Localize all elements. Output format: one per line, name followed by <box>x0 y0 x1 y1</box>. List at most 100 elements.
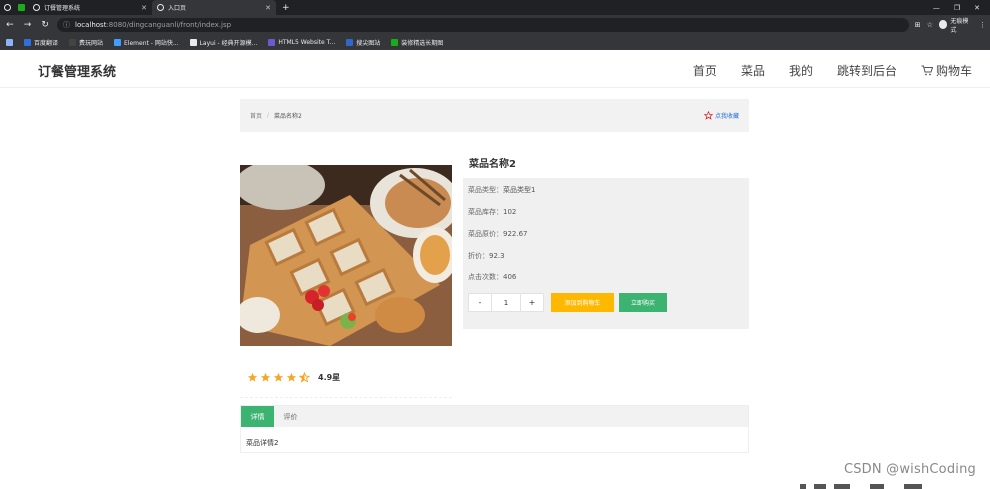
nav-cart[interactable]: 购物车 <box>921 62 972 79</box>
url-path: :8080/dingcanguanli/front/index.jsp <box>106 20 232 29</box>
product-title-area: 菜品名称2 <box>463 144 749 178</box>
favorite-label: 点我收藏 <box>714 113 739 120</box>
quantity-minus-button[interactable]: - <box>469 294 491 311</box>
rating: 4.9星 <box>240 358 452 398</box>
cart-icon <box>921 65 933 76</box>
bookmark-item[interactable]: Layui - 经典开源模... <box>189 38 258 47</box>
rating-star-icon <box>273 372 284 382</box>
window-controls: — ❐ ✕ <box>933 0 990 15</box>
bookmark-icon <box>391 38 399 46</box>
breadcrumb-home[interactable]: 首页 <box>250 111 262 120</box>
info-discount: 折价：92.3 <box>468 252 505 260</box>
product-info: 菜品类型：菜品类型1 菜品库存：102 菜品原价：922.67 折价：92.3 … <box>463 178 749 329</box>
bookmark-icon <box>268 38 276 46</box>
favorite-link[interactable]: 点我收藏 <box>703 111 739 120</box>
close-icon[interactable]: ✕ <box>141 4 147 12</box>
bookmark-item[interactable]: 费玩网站 <box>69 38 103 47</box>
minimize-icon[interactable]: — <box>933 4 940 12</box>
browser-tab-strip: 订餐管理系统 ✕ 入口页 ✕ + — ❐ ✕ <box>0 0 990 15</box>
restore-icon[interactable]: ❐ <box>954 4 960 12</box>
watermark: CSDN @wishCoding <box>843 462 976 477</box>
new-tab-button[interactable]: + <box>276 0 296 15</box>
bookmark-icon <box>346 38 354 46</box>
browser-tab-title: 入口页 <box>168 5 187 12</box>
bookmarks-bar: 百度翻译 费玩网站 Element - 网站快... Layui - 经典开源模...… <box>0 34 990 50</box>
food-photo <box>240 165 452 346</box>
cropped-bottom-content <box>800 484 922 489</box>
product-image <box>240 165 452 346</box>
globe-icon <box>3 4 11 11</box>
info-clicks: 点击次数：406 <box>468 273 517 281</box>
address-bar[interactable]: ⓘ localhost:8080/dingcanguanli/front/ind… <box>57 17 909 32</box>
translate-icon[interactable]: ⊞ <box>915 21 921 29</box>
breadcrumb-current: 菜品名称2 <box>274 113 302 120</box>
site-header: 订餐管理系统 首页 菜品 我的 跳转到后台 购物车 <box>0 52 990 88</box>
back-icon[interactable]: ← <box>4 20 16 30</box>
browser-tab-title: 订餐管理系统 <box>44 5 81 12</box>
product-title: 菜品名称2 <box>469 159 516 170</box>
pinned-tab[interactable] <box>14 0 28 15</box>
bookmark-icon <box>24 38 31 46</box>
browser-toolbar: ← → ↻ ⓘ localhost:8080/dingcanguanli/fro… <box>0 15 990 34</box>
browser-tab-2[interactable]: 入口页 ✕ <box>152 0 276 15</box>
site-logo[interactable]: 订餐管理系统 <box>38 61 116 80</box>
main-nav: 首页 菜品 我的 跳转到后台 购物车 <box>693 62 972 79</box>
rating-text: 4.9星 <box>318 373 341 382</box>
browser-menu-tab[interactable] <box>0 0 14 15</box>
menu-icon[interactable]: ⋮ <box>979 21 986 29</box>
bookmark-icon <box>189 38 197 46</box>
forward-icon[interactable]: → <box>22 20 34 30</box>
url-host: localhost <box>75 20 107 29</box>
apps-icon[interactable] <box>6 38 13 46</box>
star-outline-icon <box>703 111 713 120</box>
bookmark-icon <box>69 38 77 46</box>
tab-details[interactable]: 详情 <box>241 406 274 427</box>
incognito-label: 无痕模式 <box>950 17 969 34</box>
bookmark-item[interactable]: 装修精选长期图 <box>391 38 443 47</box>
rating-star-icon <box>286 372 297 382</box>
bookmark-item[interactable]: HTML5 Website T... <box>268 38 336 46</box>
close-window-icon[interactable]: ✕ <box>974 4 980 12</box>
rating-star-icon <box>299 372 310 383</box>
bookmark-item[interactable]: 搜尖图站 <box>346 38 380 47</box>
incognito-icon <box>938 20 948 29</box>
incognito-indicator[interactable]: 无痕模式 <box>938 16 973 34</box>
breadcrumb: 首页 / 菜品名称2 点我收藏 <box>240 99 749 132</box>
info-original-price: 菜品原价：922.67 <box>468 230 528 238</box>
bookmark-label: Layui - 经典开源模... <box>199 39 258 47</box>
nav-mine[interactable]: 我的 <box>789 62 813 79</box>
bookmark-icon <box>114 38 122 46</box>
info-stock: 菜品库存：102 <box>468 208 517 216</box>
bookmark-label: HTML5 Website T... <box>278 38 336 46</box>
detail-tabs: 详情 评价 菜品详情2 <box>240 405 749 453</box>
buy-now-button[interactable]: 立即购买 <box>619 293 667 312</box>
quantity-input[interactable]: 1 <box>491 294 521 311</box>
rating-star-icon <box>247 372 258 382</box>
bookmark-label: 装修精选长期图 <box>401 39 444 47</box>
nav-admin[interactable]: 跳转到后台 <box>837 62 897 79</box>
nav-home[interactable]: 首页 <box>693 62 717 79</box>
bookmark-label: Element - 网站快... <box>124 39 179 47</box>
nav-dishes[interactable]: 菜品 <box>741 62 765 79</box>
close-icon[interactable]: ✕ <box>265 4 271 12</box>
quantity-plus-button[interactable]: + <box>521 294 543 311</box>
info-icon[interactable]: ⓘ <box>63 20 70 30</box>
bookmark-label: 费玩网站 <box>79 39 104 47</box>
bookmark-label: 百度翻译 <box>34 39 59 47</box>
bookmark-label: 搜尖图站 <box>356 39 381 47</box>
bookmark-item[interactable]: Element - 网站快... <box>114 38 179 47</box>
globe-icon <box>157 4 164 11</box>
bookmark-star-icon[interactable]: ☆ <box>927 21 933 29</box>
reload-icon[interactable]: ↻ <box>39 20 51 30</box>
add-to-cart-button[interactable]: 添加到购物车 <box>551 293 614 312</box>
breadcrumb-separator: / <box>267 112 270 119</box>
tab-reviews[interactable]: 评价 <box>274 406 307 427</box>
globe-icon <box>33 4 40 11</box>
nav-cart-label: 购物车 <box>935 64 972 78</box>
bookmark-item[interactable]: 百度翻译 <box>24 38 58 47</box>
tab-header: 详情 评价 <box>241 406 748 427</box>
browser-tab-1[interactable]: 订餐管理系统 ✕ <box>28 0 152 15</box>
info-category: 菜品类型：菜品类型1 <box>468 186 536 194</box>
app-icon <box>17 4 25 11</box>
quantity-stepper: - 1 + <box>468 293 544 312</box>
